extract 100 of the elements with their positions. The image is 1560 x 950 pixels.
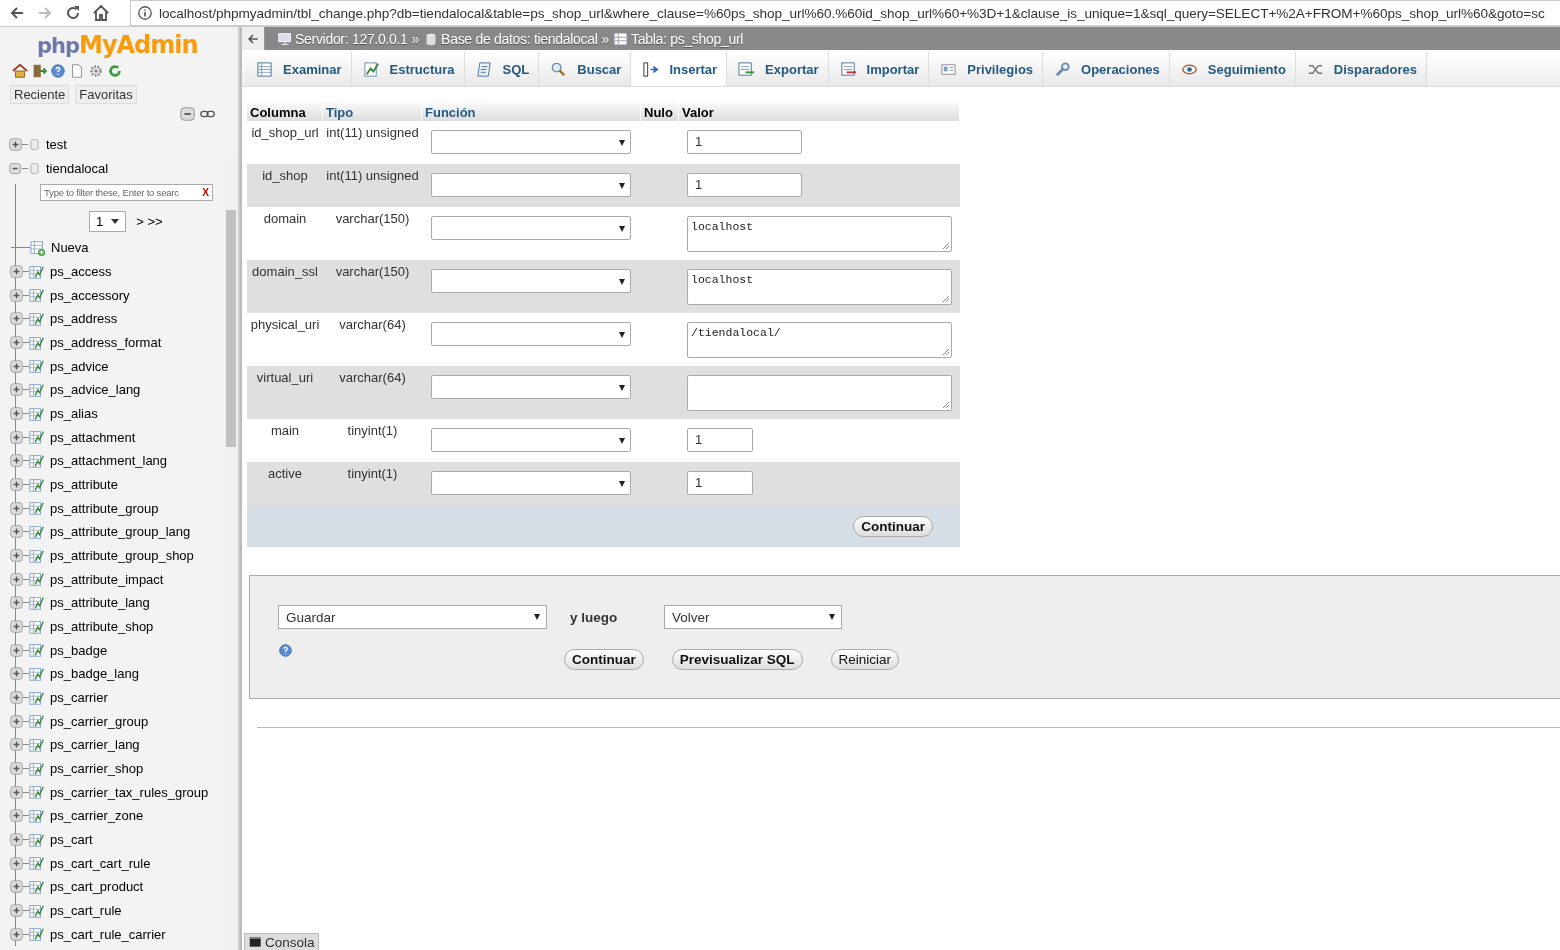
value-field[interactable]: 1 [687,471,753,495]
submit-button[interactable]: Continuar [853,515,933,537]
expander-icon[interactable] [10,359,23,373]
expander-icon[interactable] [10,525,23,539]
logo-text[interactable]: phpMyAdmin [37,31,198,59]
table-name[interactable]: ps_cart_rule_carrier [50,926,166,942]
reset-button[interactable]: Reiniciar [830,648,900,670]
expander-icon[interactable] [10,927,23,941]
new-table-link[interactable]: Nueva [51,240,89,256]
expander-icon[interactable] [10,454,23,468]
expander-icon[interactable] [10,785,23,799]
expander-icon[interactable] [10,288,23,302]
help-icon[interactable] [50,63,66,79]
tab[interactable]: Seguimiento [1169,52,1296,86]
expander-icon[interactable] [10,501,23,515]
table-name[interactable]: ps_cart_cart_rule [50,855,151,871]
page-select[interactable]: 1 [89,211,127,232]
reload-icon[interactable] [107,63,123,79]
tab[interactable]: Privilegios [929,52,1044,86]
table-name[interactable]: ps_attribute [50,477,118,493]
document-icon[interactable] [69,63,85,79]
sidebar-tab[interactable]: Reciente [10,85,70,104]
expander-icon[interactable] [10,833,23,847]
table-name[interactable]: ps_advice_lang [50,382,141,398]
tab[interactable]: Operaciones [1043,52,1170,86]
table-name[interactable]: ps_advice [50,358,109,374]
collapse-all-icon[interactable] [180,106,196,122]
address-bar[interactable]: localhost/phpmyadmin/tbl_change.php?db=tiendalocal&table=ps_shop_url&where_clause=%60ps_shop_url%60.%60id_shop_url%60+%3D+1&clause_is_unique=1&sql_query=SELECT+%2A+FROM+%60ps_shop_url%60&goto=sc [130,0,1560,26]
expander-icon[interactable] [10,572,23,586]
submit-button[interactable]: Previsualizar SQL [671,648,803,670]
expander-icon[interactable] [10,856,23,870]
reload-icon[interactable] [64,4,82,22]
exit-icon[interactable] [31,63,47,79]
after-select[interactable]: Volver [664,605,842,629]
expander-icon[interactable] [10,620,23,634]
expander-icon[interactable] [10,430,23,444]
sidebar-tab[interactable]: Favoritas [75,85,137,104]
table-name[interactable]: ps_attachment [50,429,136,445]
expander-icon[interactable] [10,904,23,918]
tab[interactable]: Exportar [727,52,829,86]
resize-grip-icon[interactable] [942,348,950,356]
resize-grip-icon[interactable] [942,401,950,409]
value-field[interactable]: localhost [687,269,952,305]
table-name[interactable]: ps_attachment_lang [50,453,168,469]
table-name[interactable]: ps_attribute_shop [50,619,154,635]
value-field[interactable]: 1 [687,173,802,197]
expander-icon[interactable] [10,809,23,823]
table-name[interactable]: ps_attribute_impact [50,571,164,587]
value-field[interactable]: 1 [687,130,802,154]
tab[interactable]: SQL [464,52,540,86]
collapse-button[interactable] [242,27,265,50]
breadcrumb-link[interactable]: Servidor: 127.0.0.1 [295,30,408,47]
expander-icon[interactable] [10,762,23,776]
table-name[interactable]: ps_carrier_tax_rules_group [50,784,209,800]
table-name[interactable]: ps_address_format [50,335,162,350]
expander-icon[interactable] [10,667,23,681]
table-name[interactable]: ps_accessory [50,287,130,303]
table-name[interactable]: ps_carrier [50,690,108,706]
expander-icon[interactable] [10,478,23,492]
expander-icon[interactable] [10,596,23,610]
value-field[interactable] [687,375,952,411]
expander-icon[interactable] [10,407,23,421]
clear-filter-button[interactable]: X [202,187,209,198]
table-name[interactable]: ps_carrier_group [50,713,149,729]
tab[interactable]: Estructura [351,52,465,86]
expander-icon[interactable] [10,383,23,397]
expander-icon[interactable] [9,161,22,175]
tab[interactable]: Examinar [245,52,352,86]
expander-icon[interactable] [10,738,23,752]
next-page-link[interactable]: > >> [136,214,163,229]
tab[interactable]: Insertar [631,52,728,86]
tab[interactable]: Buscar [539,52,632,86]
expander-icon[interactable] [10,265,23,278]
value-field[interactable]: /tiendalocal/ [687,322,952,358]
submit-button[interactable]: Continuar [564,648,644,670]
table-name[interactable]: ps_cart_product [50,879,144,895]
value-field[interactable]: localhost [687,216,952,252]
table-name[interactable]: ps_attribute_group_shop [50,548,194,564]
expander-icon[interactable] [10,714,23,728]
table-name[interactable]: ps_cart [50,832,93,848]
console-tab[interactable]: Consola [244,933,319,950]
settings-icon[interactable] [88,63,104,79]
expander-icon[interactable] [10,549,23,563]
filter-field[interactable]: Type to filter these, Enter to searc X [40,184,213,201]
resize-grip-icon[interactable] [942,295,950,303]
expander-icon[interactable] [10,691,23,705]
expander-icon[interactable] [10,336,23,349]
database-name[interactable]: tiendalocal [46,160,109,176]
home-icon[interactable] [92,4,110,22]
expander-icon[interactable] [9,137,22,151]
table-name[interactable]: ps_access [50,264,112,279]
expander-icon[interactable] [10,312,23,326]
tab[interactable]: Importar [828,52,930,86]
breadcrumb-link[interactable]: Base de datos: tiendalocal [441,30,598,47]
table-name[interactable]: ps_carrier_shop [50,761,144,777]
tab[interactable]: Disparadores [1295,52,1427,86]
home-icon[interactable] [12,63,28,79]
table-name[interactable]: ps_carrier_zone [50,808,144,824]
database-name[interactable]: test [46,136,67,152]
table-name[interactable]: ps_attribute_lang [50,595,150,611]
